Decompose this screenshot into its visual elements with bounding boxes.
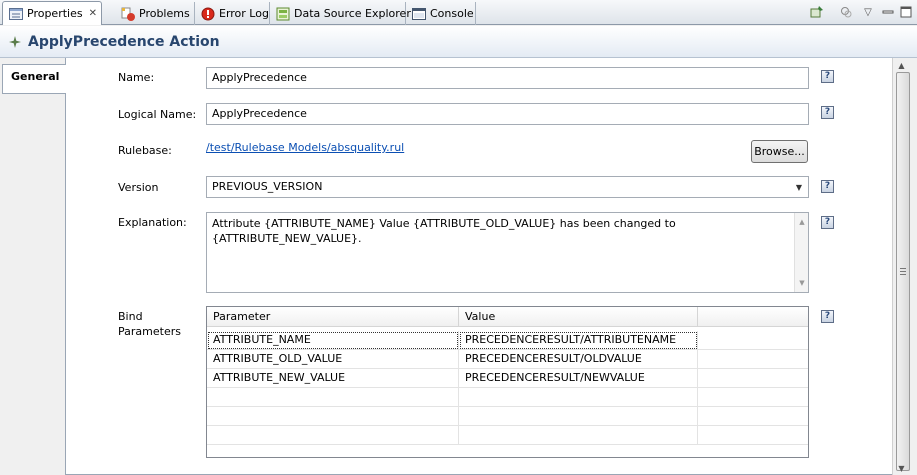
problems-icon bbox=[121, 6, 135, 22]
table-cell[interactable]: ATTRIBUTE_OLD_VALUE bbox=[207, 350, 459, 369]
version-label: Version bbox=[118, 181, 159, 194]
column-header-value[interactable]: Value bbox=[459, 307, 698, 327]
grip-icon bbox=[900, 268, 906, 275]
table-cell bbox=[698, 426, 808, 445]
view-tab-bar: Properties ✕ Problems Error Log Data Sou… bbox=[0, 0, 917, 25]
table-cell[interactable] bbox=[459, 426, 698, 445]
scroll-up-icon[interactable]: ▲ bbox=[795, 215, 808, 229]
rulebase-label: Rulebase: bbox=[118, 144, 172, 157]
tab-properties[interactable]: Properties ✕ bbox=[2, 1, 102, 25]
browse-button[interactable]: Browse... bbox=[751, 140, 808, 163]
table-row[interactable] bbox=[207, 388, 808, 407]
table-cell[interactable] bbox=[459, 407, 698, 426]
table-cell[interactable] bbox=[207, 388, 459, 407]
main-scrollbar[interactable]: ▲ ▼ bbox=[892, 58, 917, 475]
action-icon bbox=[8, 35, 22, 49]
explanation-line: Attribute {ATTRIBUTE_NAME} Value {ATTRIB… bbox=[212, 217, 676, 230]
explanation-scrollbar[interactable]: ▲ ▼ bbox=[794, 213, 808, 292]
table-cell[interactable]: ATTRIBUTE_NAME bbox=[207, 331, 459, 350]
minimize-icon[interactable] bbox=[880, 4, 896, 20]
table-row[interactable]: ATTRIBUTE_NAME PRECEDENCERESULT/ATTRIBUT… bbox=[207, 331, 808, 350]
table-cell[interactable] bbox=[207, 426, 459, 445]
tab-console[interactable]: Console bbox=[406, 2, 476, 25]
tab-general[interactable]: General bbox=[2, 64, 66, 94]
tab-label: Properties bbox=[27, 7, 83, 20]
table-cell[interactable]: ATTRIBUTE_NEW_VALUE bbox=[207, 369, 459, 388]
properties-icon bbox=[9, 6, 23, 22]
table-header: Parameter Value bbox=[207, 307, 808, 327]
help-icon[interactable]: ? bbox=[821, 310, 834, 323]
scroll-up-icon[interactable]: ▲ bbox=[889, 58, 914, 72]
bind-parameters-label: Parameters bbox=[118, 325, 181, 338]
table-cell[interactable] bbox=[207, 407, 459, 426]
table-cell[interactable] bbox=[459, 388, 698, 407]
data-source-explorer-icon bbox=[276, 6, 290, 22]
maximize-icon[interactable] bbox=[898, 4, 914, 20]
general-section: Name: ApplyPrecedence ? Logical Name: Ap… bbox=[66, 58, 892, 475]
scroll-down-icon[interactable]: ▼ bbox=[795, 276, 808, 290]
console-icon bbox=[412, 6, 426, 22]
logical-name-label: Logical Name: bbox=[118, 108, 197, 121]
table-row[interactable] bbox=[207, 426, 808, 445]
tab-error-log[interactable]: Error Log bbox=[195, 2, 270, 25]
pin-icon[interactable] bbox=[809, 4, 825, 20]
table-row[interactable]: ATTRIBUTE_OLD_VALUE PRECEDENCERESULT/OLD… bbox=[207, 350, 808, 369]
help-icon[interactable]: ? bbox=[821, 180, 834, 193]
rulebase-link[interactable]: /test/Rulebase Models/absquality.rul bbox=[206, 141, 404, 154]
column-header-parameter[interactable]: Parameter bbox=[207, 307, 459, 327]
chevron-down-icon[interactable]: ▼ bbox=[790, 177, 808, 197]
filter-icon[interactable] bbox=[838, 4, 854, 20]
table-cell[interactable]: PRECEDENCERESULT/OLDVALUE bbox=[459, 350, 698, 369]
bind-parameters-label: Bind bbox=[118, 310, 143, 323]
explanation-line: {ATTRIBUTE_NEW_VALUE}. bbox=[212, 232, 362, 245]
version-select[interactable]: PREVIOUS_VERSION ▼ bbox=[206, 176, 809, 198]
help-icon[interactable]: ? bbox=[821, 216, 834, 229]
tab-problems[interactable]: Problems bbox=[115, 2, 195, 25]
table-row[interactable] bbox=[207, 407, 808, 426]
page-title: ApplyPrecedence Action bbox=[28, 33, 220, 50]
view-menu-icon[interactable]: ▽ bbox=[860, 4, 876, 20]
table-cell bbox=[698, 331, 808, 350]
tab-label: Data Source Explorer bbox=[294, 7, 411, 20]
help-icon[interactable]: ? bbox=[821, 70, 834, 83]
close-icon[interactable]: ✕ bbox=[89, 8, 97, 19]
explanation-textarea[interactable]: Attribute {ATTRIBUTE_NAME} Value {ATTRIB… bbox=[206, 212, 809, 293]
version-value: PREVIOUS_VERSION bbox=[212, 180, 323, 193]
table-cell bbox=[698, 388, 808, 407]
table-cell[interactable]: PRECEDENCERESULT/NEWVALUE bbox=[459, 369, 698, 388]
column-header-filler bbox=[698, 307, 808, 327]
table-cell bbox=[698, 350, 808, 369]
table-cell bbox=[698, 407, 808, 426]
tab-label: Console bbox=[430, 7, 474, 20]
tab-data-source-explorer[interactable]: Data Source Explorer bbox=[270, 2, 411, 25]
scrollbar-thumb[interactable] bbox=[896, 72, 910, 471]
explanation-label: Explanation: bbox=[118, 216, 187, 229]
help-icon[interactable]: ? bbox=[821, 106, 834, 119]
properties-header: ApplyPrecedence Action bbox=[0, 26, 917, 58]
tab-label: Error Log bbox=[219, 7, 269, 20]
logical-name-field[interactable]: ApplyPrecedence bbox=[206, 103, 809, 125]
table-cell bbox=[698, 369, 808, 388]
error-log-icon bbox=[201, 6, 215, 22]
section-tabs: General bbox=[0, 58, 66, 475]
name-label: Name: bbox=[118, 71, 155, 84]
table-cell[interactable]: PRECEDENCERESULT/ATTRIBUTENAME bbox=[459, 331, 698, 350]
table-row[interactable]: ATTRIBUTE_NEW_VALUE PRECEDENCERESULT/NEW… bbox=[207, 369, 808, 388]
scroll-down-icon[interactable]: ▼ bbox=[889, 461, 914, 475]
tab-label: Problems bbox=[139, 7, 190, 20]
bind-parameters-table[interactable]: Parameter Value ATTRIBUTE_NAME PRECEDENC… bbox=[206, 306, 809, 458]
name-field[interactable]: ApplyPrecedence bbox=[206, 67, 809, 89]
